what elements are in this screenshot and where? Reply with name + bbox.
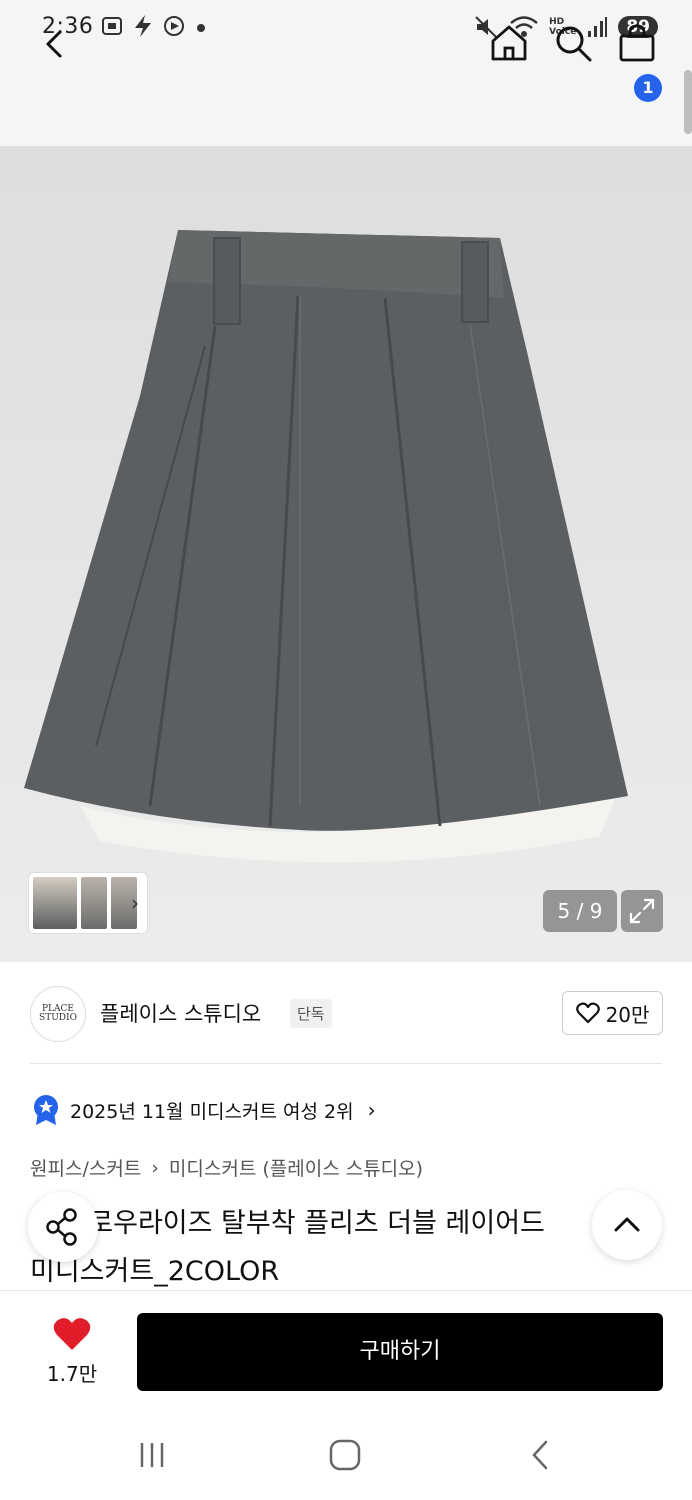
product-image[interactable]	[0, 146, 692, 962]
skirt-illustration	[24, 230, 628, 863]
ranking-text: 2025년 11월 미디스커트 여성 2위	[70, 1100, 354, 1123]
media-icon	[164, 16, 184, 36]
scroll-to-top-icon[interactable]	[592, 1190, 662, 1260]
thumbnail-image[interactable]	[33, 877, 77, 929]
system-back-icon[interactable]	[526, 1438, 554, 1472]
system-navigation-bar	[0, 1410, 692, 1500]
thumbnail-image[interactable]	[81, 877, 107, 929]
brand-like-count: 20만	[605, 1002, 650, 1027]
breadcrumb: 원피스/스커트 › 미디스커트 (플레이스 스튜디오)	[30, 1154, 423, 1181]
exclusive-badge: 단독	[290, 999, 332, 1028]
expand-icon[interactable]	[621, 890, 663, 932]
dot-icon	[197, 24, 205, 32]
product-title-line-1: 투톤 로우라이즈 탈부착 플리츠 더블 레이어드	[30, 1208, 545, 1239]
product-title-line-2: 미디스커트_2COLOR	[30, 1256, 280, 1287]
cart-count-badge: 1	[634, 74, 662, 102]
home-button-icon[interactable]	[328, 1438, 362, 1472]
brand-like-button[interactable]: 20만	[562, 991, 663, 1035]
brand-logo-text: PLACE STUDIO	[39, 1004, 77, 1023]
brand-logo[interactable]: PLACE STUDIO	[30, 986, 86, 1042]
product-title: 투톤 로우라이즈 탈부착 플리츠 더블 레이어드 미디스커트_2COLOR	[30, 1200, 630, 1296]
brand-name[interactable]: 플레이스 스튜디오	[100, 998, 261, 1028]
share-icon[interactable]	[28, 1192, 98, 1262]
buy-button[interactable]: 구매하기	[137, 1313, 663, 1391]
screenshot-icon	[102, 17, 122, 35]
breadcrumb-category[interactable]: 원피스/스커트	[30, 1154, 141, 1181]
top-navigation-bar	[0, 56, 692, 146]
home-icon[interactable]	[488, 22, 530, 64]
breadcrumb-subcategory[interactable]: 미디스커트 (플레이스 스튜디오)	[169, 1154, 423, 1181]
back-icon[interactable]	[34, 24, 74, 64]
chevron-right-icon: ›	[151, 1156, 159, 1179]
divider	[30, 1063, 662, 1064]
flash-icon	[135, 15, 151, 37]
scrollbar[interactable]	[684, 70, 692, 134]
chevron-right-icon: ›	[367, 1098, 376, 1122]
search-icon[interactable]	[552, 22, 594, 64]
shopping-bag-icon[interactable]	[616, 22, 658, 64]
image-counter: 5 / 9	[543, 890, 617, 932]
heart-outline-icon	[575, 1002, 600, 1024]
heart-filled-icon[interactable]	[52, 1316, 92, 1352]
status-notification-icons	[100, 14, 208, 38]
thumbnail-strip[interactable]: ›	[28, 872, 148, 934]
ranking-link[interactable]: 2025년 11월 미디스커트 여성 2위 ›	[32, 1094, 376, 1126]
recent-apps-icon[interactable]	[136, 1440, 168, 1470]
wishlist-count: 1.7만	[46, 1362, 98, 1386]
chevron-right-icon[interactable]: ›	[131, 891, 139, 915]
ranking-badge-icon	[34, 1095, 58, 1125]
